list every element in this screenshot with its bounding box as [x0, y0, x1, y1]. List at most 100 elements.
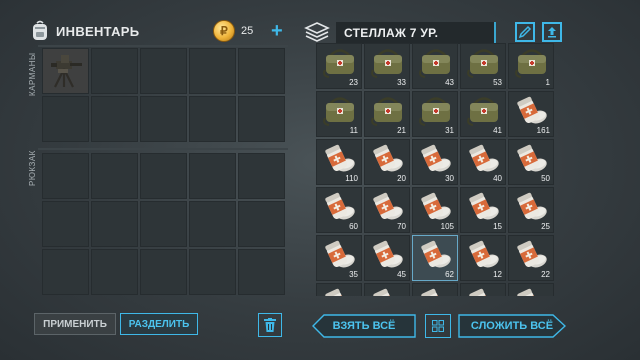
item-quantity: 161: [536, 126, 550, 135]
storage-slot[interactable]: 11: [316, 91, 362, 137]
sort-grid-button[interactable]: [425, 314, 451, 338]
item-quantity: 41: [493, 126, 502, 135]
pocket-slot[interactable]: [42, 96, 89, 142]
pocket-slot[interactable]: [238, 48, 285, 94]
pills-icon: [469, 144, 499, 172]
storage-slot[interactable]: 45: [364, 235, 410, 281]
pocket-slot[interactable]: [91, 48, 138, 94]
backpack-slot[interactable]: [238, 201, 285, 247]
item-quantity: 70: [397, 222, 406, 231]
backpack-slot[interactable]: [91, 153, 138, 199]
storage-slot[interactable]: 15: [460, 187, 506, 233]
upload-icon: [548, 27, 556, 38]
backpack-slot[interactable]: [91, 201, 138, 247]
apply-button[interactable]: ПРИМЕНИТЬ: [34, 313, 116, 335]
storage-slot[interactable]: 31: [412, 91, 458, 137]
item-quantity: 53: [493, 78, 502, 87]
storage-slot[interactable]: 62: [412, 235, 458, 281]
backpack-slot[interactable]: [189, 249, 236, 295]
storage-slot[interactable]: 105: [412, 187, 458, 233]
storage-slot[interactable]: 12: [460, 235, 506, 281]
split-button[interactable]: РАЗДЕЛИТЬ: [120, 313, 198, 335]
storage-header: СТЕЛЛАЖ 7 УР.: [304, 21, 496, 45]
pills-icon: [325, 144, 355, 172]
upload-button[interactable]: [542, 22, 562, 42]
storage-slot[interactable]: 60: [316, 187, 362, 233]
pockets-grid: [42, 48, 285, 142]
storage-slot[interactable]: 22: [508, 235, 554, 281]
storage-slot[interactable]: 43: [412, 43, 458, 89]
take-all-button[interactable]: ВЗЯТЬ ВСЁ: [312, 314, 416, 338]
store-all-label: СЛОЖИТЬ ВСЁ: [470, 320, 554, 332]
pocket-slot[interactable]: [42, 48, 89, 94]
medkit-bag-icon: [419, 97, 450, 126]
storage-slot[interactable]: 23: [316, 43, 362, 89]
medkit-bag-icon: [323, 97, 354, 126]
storage-slot[interactable]: [508, 283, 554, 296]
store-all-button[interactable]: СЛОЖИТЬ ВСЁ: [458, 314, 566, 338]
pocket-slot[interactable]: [140, 96, 187, 142]
trash-button[interactable]: [258, 313, 282, 337]
edit-button[interactable]: [515, 22, 535, 42]
storage-slot[interactable]: 1: [508, 43, 554, 89]
storage-title: СТЕЛЛАЖ 7 УР.: [336, 22, 496, 44]
pocket-slot[interactable]: [189, 96, 236, 142]
storage-slot[interactable]: 25: [508, 187, 554, 233]
medkit-bag-icon: [467, 97, 498, 126]
backpack-slot[interactable]: [91, 249, 138, 295]
storage-slot[interactable]: 35: [316, 235, 362, 281]
take-all-label: ВЗЯТЬ ВСЁ: [332, 320, 396, 332]
storage-slot[interactable]: [460, 283, 506, 296]
storage-slot[interactable]: 30: [412, 139, 458, 185]
storage-slot[interactable]: 70: [364, 187, 410, 233]
pills-icon: [469, 288, 492, 296]
storage-slot[interactable]: 50: [508, 139, 554, 185]
item-quantity: 43: [445, 78, 454, 87]
backpack-slot[interactable]: [189, 153, 236, 199]
storage-slot[interactable]: 33: [364, 43, 410, 89]
pocket-slot[interactable]: [140, 48, 187, 94]
storage-slot[interactable]: 20: [364, 139, 410, 185]
medkit-bag-icon: [467, 49, 498, 78]
item-quantity: 31: [445, 126, 454, 135]
storage-slot[interactable]: 41: [460, 91, 506, 137]
storage-slot[interactable]: 161: [508, 91, 554, 137]
item-quantity: 1: [545, 78, 550, 87]
pocket-slot[interactable]: [189, 48, 236, 94]
storage-slot[interactable]: 53: [460, 43, 506, 89]
backpack-slot[interactable]: [189, 201, 236, 247]
storage-slot[interactable]: 21: [364, 91, 410, 137]
pills-icon: [517, 144, 547, 172]
item-quantity: 110: [345, 174, 358, 183]
pocket-slot[interactable]: [238, 96, 285, 142]
pocket-slot[interactable]: [91, 96, 138, 142]
stack-icon: [304, 22, 330, 42]
backpack-slot[interactable]: [42, 201, 89, 247]
pills-icon: [469, 240, 499, 268]
item-quantity: 11: [349, 126, 358, 135]
storage-slot[interactable]: [364, 283, 410, 296]
storage-slot[interactable]: 110: [316, 139, 362, 185]
top-divider: [38, 45, 288, 47]
medkit-bag-icon: [371, 97, 402, 126]
backpack-slot[interactable]: [140, 249, 187, 295]
backpack-slot[interactable]: [238, 153, 285, 199]
item-quantity: 50: [541, 174, 550, 183]
item-quantity: 40: [493, 174, 502, 183]
trash-icon: [264, 318, 276, 332]
pills-icon: [325, 240, 355, 268]
inventory-title: ИНВЕНТАРЬ: [56, 23, 140, 39]
backpack-slot[interactable]: [140, 201, 187, 247]
backpack-slot[interactable]: [42, 153, 89, 199]
pills-icon: [373, 192, 403, 220]
backpack-slot[interactable]: [42, 249, 89, 295]
medkit-bag-icon: [323, 49, 354, 78]
pencil-icon: [518, 25, 532, 39]
add-coins-button[interactable]: +: [271, 21, 283, 41]
pills-icon: [373, 288, 396, 296]
storage-slot[interactable]: [316, 283, 362, 296]
backpack-slot[interactable]: [140, 153, 187, 199]
storage-slot[interactable]: 40: [460, 139, 506, 185]
storage-slot[interactable]: [412, 283, 458, 296]
backpack-slot[interactable]: [238, 249, 285, 295]
